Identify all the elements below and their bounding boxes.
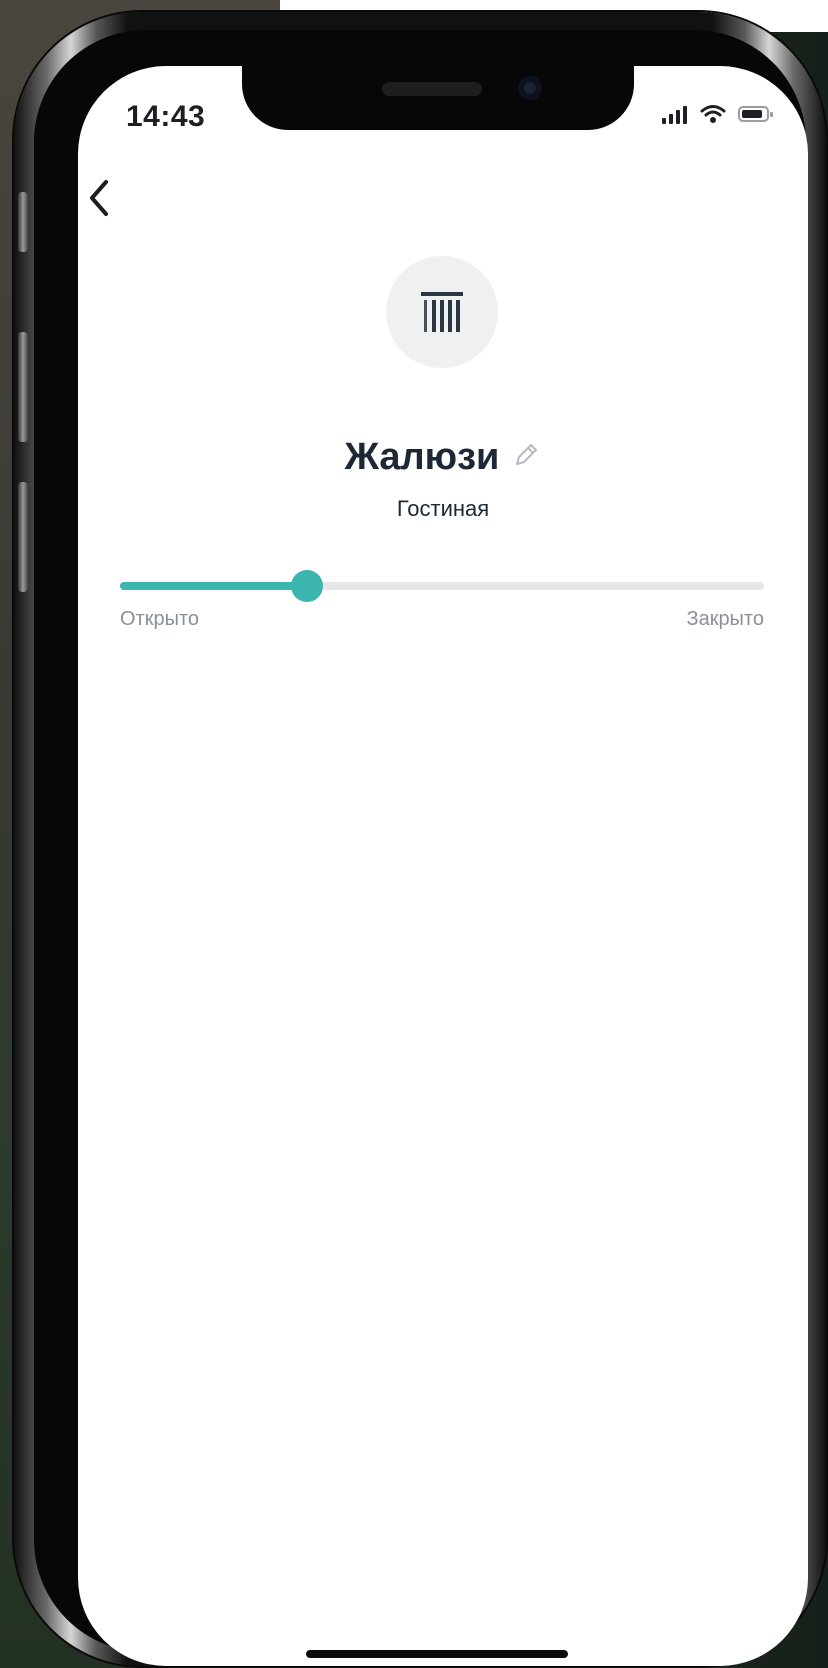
pencil-icon[interactable]	[511, 440, 541, 475]
device-room: Гостиная	[396, 496, 490, 521]
cellular-signal-icon	[660, 104, 688, 129]
slider-label-open: Открыто	[120, 608, 200, 630]
device-icon-container	[386, 256, 498, 368]
blinds-icon	[421, 292, 463, 332]
notch	[242, 66, 634, 130]
slider-fill	[120, 582, 307, 590]
wifi-icon	[700, 104, 726, 129]
home-indicator[interactable]	[306, 1650, 568, 1658]
front-camera	[518, 76, 542, 100]
battery-icon	[738, 104, 774, 129]
side-button-silent	[18, 192, 28, 252]
status-time: 14:43	[126, 100, 206, 133]
speaker	[382, 82, 482, 96]
status-icons	[660, 104, 774, 129]
device-title-row: Жалюзи	[78, 436, 808, 479]
side-button-volume-down	[18, 482, 28, 592]
phone-frame: 14:43 Жалюзи Гостиная Открыто Закрыто	[14, 12, 826, 1666]
back-button[interactable]	[84, 176, 118, 220]
side-button-volume-up	[18, 332, 28, 442]
device-name: Жалюзи	[344, 436, 500, 478]
chevron-left-icon	[90, 180, 108, 216]
slider-label-closed: Закрыто	[686, 608, 764, 630]
app-screen: 14:43 Жалюзи Гостиная Открыто Закрыто	[78, 66, 808, 1666]
slider-thumb[interactable]	[290, 570, 323, 602]
blinds-position-slider[interactable]	[120, 566, 764, 606]
